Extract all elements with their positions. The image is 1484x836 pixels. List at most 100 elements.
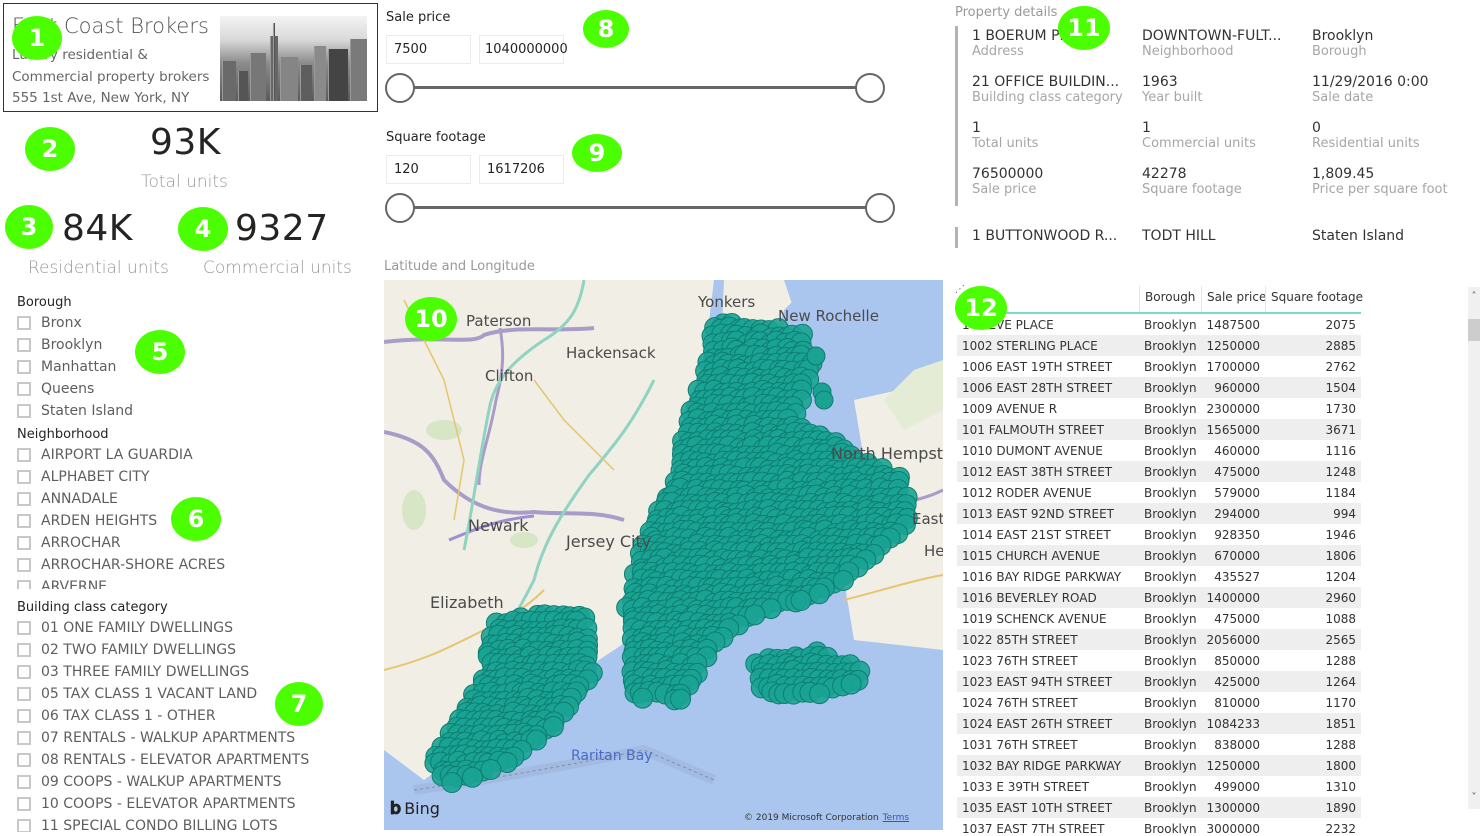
slicer-option[interactable]: AIRPORT LA GUARDIA — [17, 444, 367, 466]
table-row[interactable]: 1012 RODER AVENUE Brooklyn 579000 1184 — [957, 482, 1361, 503]
sale-price-min-input[interactable]: 7500 — [386, 35, 471, 64]
annotation-badge: 5 — [135, 330, 185, 374]
property-field-value: 0 — [1312, 120, 1321, 136]
table-row[interactable]: 1037 EAST 7TH STREET Brooklyn 3000000 2232 — [957, 818, 1361, 835]
slicer-option[interactable]: 01 ONE FAMILY DWELLINGS — [17, 617, 367, 639]
map-visual[interactable]: Paterson Yonkers New Rochelle Hackensack… — [384, 280, 943, 830]
map-marker[interactable] — [806, 346, 826, 366]
checkbox[interactable] — [17, 797, 31, 811]
checkbox[interactable] — [17, 514, 31, 528]
checkbox[interactable] — [17, 338, 31, 352]
table-row[interactable]: 1014 EAST 21ST STREET Brooklyn 928350 1946 — [957, 524, 1361, 545]
table-row[interactable]: 1013 EAST 92ND STREET Brooklyn 294000 994 — [957, 503, 1361, 524]
sale-price-max-input[interactable]: 1040000000 — [479, 35, 568, 64]
scroll-up-icon[interactable]: ˄ — [1468, 291, 1480, 302]
cell-sale-price: 1487500 — [1206, 317, 1260, 332]
checkbox[interactable] — [17, 731, 31, 745]
map-marker[interactable] — [840, 673, 862, 695]
map-marker[interactable] — [790, 589, 812, 611]
table-row[interactable]: 1015 CHURCH AVENUE Brooklyn 670000 1806 — [957, 545, 1361, 566]
map-terms-link[interactable]: Terms — [883, 813, 910, 823]
map-marker[interactable] — [808, 583, 830, 605]
map-marker[interactable] — [832, 570, 854, 592]
table-row[interactable]: 1 STEVE PLACE Brooklyn 1487500 2075 — [957, 314, 1361, 335]
checkbox[interactable] — [17, 316, 31, 330]
table-row[interactable]: 101 FALMOUTH STREET Brooklyn 1565000 3671 — [957, 419, 1361, 440]
property-detail-card[interactable]: 1 BOERUM PLACE Address DOWNTOWN-FULT... Nei… — [955, 26, 1475, 206]
checkbox[interactable] — [17, 775, 31, 789]
checkbox[interactable] — [17, 470, 31, 484]
cell-address: 1024 76TH STREET — [962, 695, 1078, 710]
table-row[interactable]: 1033 E 39TH STREET Brooklyn 499000 1310 — [957, 776, 1361, 797]
slicer-option[interactable]: Queens — [17, 378, 133, 400]
table-row[interactable]: 1022 85TH STREET Brooklyn 2056000 2565 — [957, 629, 1361, 650]
table-row[interactable]: 1023 76TH STREET Brooklyn 850000 1288 — [957, 650, 1361, 671]
table-row[interactable]: 1032 BAY RIDGE PARKWAY Brooklyn 1250000 180… — [957, 755, 1361, 776]
slicer-option[interactable]: 03 THREE FAMILY DWELLINGS — [17, 661, 367, 683]
checkbox[interactable] — [17, 580, 31, 589]
slicer-option[interactable]: ALPHABET CITY — [17, 466, 367, 488]
table-row[interactable]: 1006 EAST 28TH STREET Brooklyn 960000 1504 — [957, 377, 1361, 398]
checkbox[interactable] — [17, 643, 31, 657]
sale-price-slider-min-handle[interactable] — [385, 73, 415, 103]
property-field-value: 42278 — [1142, 166, 1187, 182]
table-scrollbar[interactable]: ˄ ˅ — [1468, 287, 1480, 809]
scroll-down-icon[interactable]: ˅ — [1468, 792, 1480, 803]
map-marker[interactable] — [480, 758, 502, 780]
table-row[interactable]: 1010 DUMONT AVENUE Brooklyn 460000 1116 — [957, 440, 1361, 461]
slicer-option[interactable]: 08 RENTALS - ELEVATOR APARTMENTS — [17, 749, 367, 771]
slicer-option[interactable]: 11 SPECIAL CONDO BILLING LOTS — [17, 815, 367, 832]
slicer-option[interactable]: Brooklyn — [17, 334, 133, 356]
table-row[interactable]: 1031 76TH STREET Brooklyn 838000 1288 — [957, 734, 1361, 755]
square-footage-min-input[interactable]: 120 — [386, 155, 471, 184]
checkbox[interactable] — [17, 382, 31, 396]
square-footage-max-input[interactable]: 1617206 — [479, 155, 564, 184]
table-row[interactable]: 1019 SCHENCK AVENUE Brooklyn 475000 1088 — [957, 608, 1361, 629]
slicer-option[interactable]: Staten Island — [17, 400, 133, 422]
table-row[interactable]: 1024 76TH STREET Brooklyn 810000 1170 — [957, 692, 1361, 713]
map-marker[interactable] — [814, 390, 834, 410]
map-marker[interactable] — [670, 688, 692, 710]
checkbox[interactable] — [17, 360, 31, 374]
sale-price-slider-max-handle[interactable] — [855, 73, 885, 103]
table-row[interactable]: 1035 EAST 10TH STREET Brooklyn 1300000 1890 — [957, 797, 1361, 818]
checkbox[interactable] — [17, 709, 31, 723]
slicer-option[interactable]: 10 COOPS - ELEVATOR APARTMENTS — [17, 793, 367, 815]
checkbox[interactable] — [17, 665, 31, 679]
column-header-borough[interactable]: Borough — [1139, 286, 1201, 312]
checkbox[interactable] — [17, 404, 31, 418]
property-detail-card[interactable]: 1 BUTTONWOOD R... TODT HILL Staten Island — [955, 227, 1475, 248]
checkbox[interactable] — [17, 753, 31, 767]
slicer-option[interactable]: ARROCHAR-SHORE ACRES — [17, 554, 367, 576]
table-row[interactable]: 1016 BAY RIDGE PARKWAY Brooklyn 435527 1204 — [957, 566, 1361, 587]
slicer-option[interactable]: 07 RENTALS - WALKUP APARTMENTS — [17, 727, 367, 749]
scrollbar-thumb[interactable] — [1468, 319, 1480, 341]
slicer-option[interactable]: ARVERNE — [17, 576, 367, 589]
table-row[interactable]: 1002 STERLING PLACE Brooklyn 1250000 2885 — [957, 335, 1361, 356]
table-row[interactable]: 1023 EAST 94TH STREET Brooklyn 425000 1264 — [957, 671, 1361, 692]
table-row[interactable]: 1009 AVENUE R Brooklyn 2300000 1730 — [957, 398, 1361, 419]
checkbox[interactable] — [17, 536, 31, 550]
checkbox[interactable] — [17, 621, 31, 635]
column-header-square-footage[interactable]: Square footage — [1265, 286, 1363, 312]
table-row[interactable]: 1024 EAST 26TH STREET Brooklyn 1084233 1851 — [957, 713, 1361, 734]
map-marker[interactable] — [461, 766, 483, 788]
checkbox[interactable] — [17, 448, 31, 462]
map-marker[interactable] — [809, 683, 831, 705]
column-header-sale-price[interactable]: Sale price — [1201, 286, 1266, 312]
square-footage-slider-max-handle[interactable] — [865, 193, 895, 223]
square-footage-slider-min-handle[interactable] — [385, 193, 415, 223]
slicer-option[interactable]: Manhattan — [17, 356, 133, 378]
checkbox[interactable] — [17, 558, 31, 572]
checkbox[interactable] — [17, 687, 31, 701]
table-row[interactable]: 1016 BEVERLEY ROAD Brooklyn 1400000 2960 — [957, 587, 1361, 608]
checkbox[interactable] — [17, 819, 31, 832]
checkbox[interactable] — [17, 492, 31, 506]
slicer-option[interactable]: 02 TWO FAMILY DWELLINGS — [17, 639, 367, 661]
slicer-option[interactable]: Bronx — [17, 312, 133, 334]
map-marker[interactable] — [632, 687, 654, 709]
table-row[interactable]: 1012 EAST 38TH STREET Brooklyn 475000 1248 — [957, 461, 1361, 482]
map-marker[interactable] — [441, 772, 463, 794]
table-row[interactable]: 1006 EAST 19TH STREET Brooklyn 1700000 2762 — [957, 356, 1361, 377]
slicer-option[interactable]: 09 COOPS - WALKUP APARTMENTS — [17, 771, 367, 793]
